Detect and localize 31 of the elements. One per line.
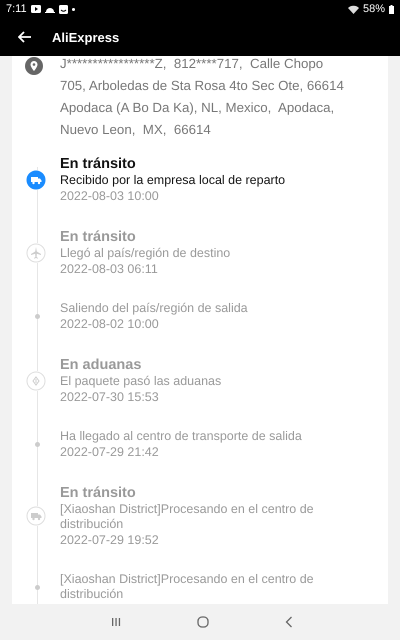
smiley-icon bbox=[58, 4, 68, 14]
wifi-icon bbox=[348, 4, 359, 14]
event-description: [Xiaoshan District]Procesando en el centro de distribución bbox=[60, 502, 315, 532]
event-time: 2022-08-03 10:00 bbox=[60, 188, 160, 204]
event-description: El paquete pasó las aduanas bbox=[60, 374, 222, 389]
weather-icon bbox=[44, 5, 55, 13]
event-status: En tránsito bbox=[60, 155, 137, 173]
event-time: 2022-07-30 15:53 bbox=[60, 389, 160, 405]
delivery-address: J*****************Z, 812****717, Calle Chopo 705, Arboledas de Sta Rosa 4to Sec Ote, 66614 Apodaca (A Bo Da Ka), NL, Mexico, Apodaca, Nuevo Leon, MX, 66614 bbox=[60, 56, 345, 139]
event-description: Llegó al país/región de destino bbox=[60, 246, 230, 261]
event-time: 2022-07-29 19:52 bbox=[60, 532, 160, 548]
status-time: 7:11 bbox=[6, 3, 27, 15]
event-status: En tránsito bbox=[60, 228, 137, 246]
event-description: Recibido por la empresa local de reparto bbox=[60, 173, 286, 188]
app-title: AliExpress bbox=[52, 30, 120, 44]
event-time: 2022-08-03 06:11 bbox=[60, 261, 159, 277]
event-time: 2022-08-02 10:00 bbox=[60, 316, 160, 332]
event-description: [Xiaoshan District]Procesando en el centro de distribución bbox=[60, 572, 315, 602]
event-status: En aduanas bbox=[60, 356, 142, 374]
recent-apps-icon[interactable] bbox=[111, 617, 121, 627]
back-icon[interactable] bbox=[285, 616, 293, 628]
back-arrow-icon[interactable] bbox=[18, 31, 32, 43]
battery-percent: 58% bbox=[362, 3, 385, 15]
home-icon[interactable] bbox=[197, 616, 209, 628]
event-time: 2022-07-29 21:42 bbox=[60, 444, 160, 460]
dot-icon bbox=[72, 8, 75, 10]
event-description: Saliendo del país/región de salida bbox=[60, 301, 248, 316]
video-icon bbox=[30, 5, 41, 13]
event-description: Ha llegado al centro de transporte de salida bbox=[60, 429, 302, 444]
battery-icon bbox=[389, 4, 394, 14]
event-status: En tránsito bbox=[60, 484, 137, 502]
